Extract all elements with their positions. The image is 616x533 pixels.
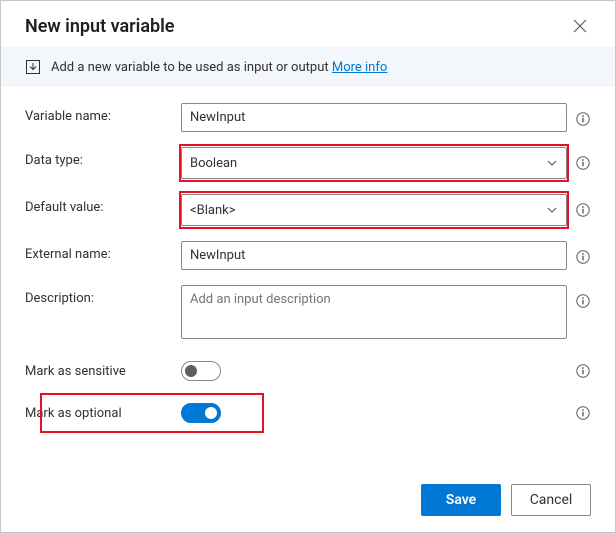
variable-name-info[interactable] xyxy=(575,111,591,127)
variable-name-input[interactable] xyxy=(181,103,567,132)
variable-name-row: Variable name: xyxy=(25,103,591,132)
data-type-value: Boolean xyxy=(190,156,237,171)
sensitive-row: Mark as sensitive xyxy=(25,361,591,381)
chevron-down-icon xyxy=(546,157,558,169)
description-info[interactable] xyxy=(575,293,591,309)
chevron-down-icon xyxy=(546,204,558,216)
external-name-info[interactable] xyxy=(575,249,591,265)
sensitive-info[interactable] xyxy=(575,363,591,379)
variable-name-label: Variable name: xyxy=(25,103,181,124)
form-area: Variable name: Data type: Boolean xyxy=(1,87,615,470)
info-icon xyxy=(576,203,590,217)
dialog-title: New input variable xyxy=(25,16,174,37)
default-value-info[interactable] xyxy=(575,202,591,218)
optional-row: Mark as optional xyxy=(25,403,591,423)
info-icon xyxy=(576,156,590,170)
optional-label: Mark as optional xyxy=(25,406,181,421)
close-button[interactable] xyxy=(569,15,591,37)
more-info-link[interactable]: More info xyxy=(332,60,387,75)
info-icon xyxy=(576,294,590,308)
info-icon xyxy=(576,364,590,378)
default-value-label: Default value: xyxy=(25,194,181,215)
info-icon xyxy=(576,406,590,420)
banner-text: Add a new variable to be used as input o… xyxy=(51,60,387,75)
description-row: Description: xyxy=(25,285,591,339)
save-button[interactable]: Save xyxy=(421,484,501,516)
info-icon xyxy=(576,250,590,264)
close-icon xyxy=(573,19,587,33)
data-type-row: Data type: Boolean xyxy=(25,147,591,179)
default-value-row: Default value: <Blank> xyxy=(25,194,591,226)
sensitive-toggle[interactable] xyxy=(181,361,221,381)
new-input-variable-dialog: New input variable Add a new variable to… xyxy=(0,0,616,533)
external-name-input[interactable] xyxy=(181,241,567,270)
sensitive-label: Mark as sensitive xyxy=(25,364,181,379)
cancel-button[interactable]: Cancel xyxy=(511,484,591,516)
description-label: Description: xyxy=(25,285,181,306)
info-icon xyxy=(576,112,590,126)
data-type-label: Data type: xyxy=(25,147,181,168)
description-textarea[interactable] xyxy=(181,285,567,339)
optional-info[interactable] xyxy=(575,405,591,421)
data-type-select[interactable]: Boolean xyxy=(181,147,567,179)
external-name-row: External name: xyxy=(25,241,591,270)
dialog-footer: Save Cancel xyxy=(1,470,615,532)
info-banner: Add a new variable to be used as input o… xyxy=(1,47,615,87)
data-type-info[interactable] xyxy=(575,155,591,171)
external-name-label: External name: xyxy=(25,241,181,262)
default-value-value: <Blank> xyxy=(190,203,236,218)
default-value-select[interactable]: <Blank> xyxy=(181,194,567,226)
dialog-header: New input variable xyxy=(1,1,615,47)
optional-toggle[interactable] xyxy=(181,403,221,423)
download-variable-icon xyxy=(25,59,41,75)
